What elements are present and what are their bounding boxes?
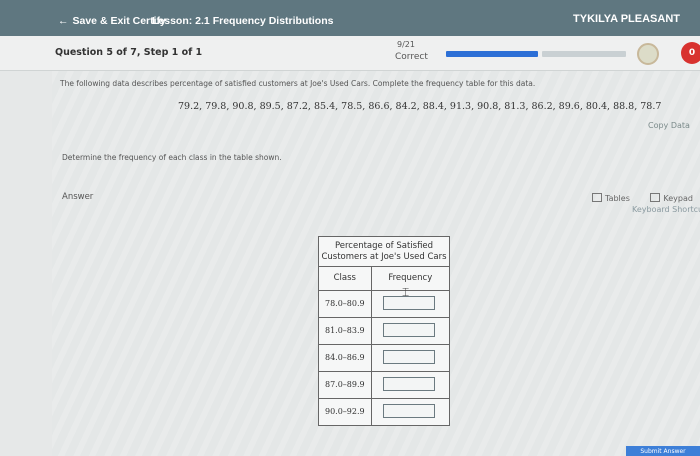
question-panel: The following data describes percentage …	[52, 71, 700, 456]
class-cell: 78.0–80.9	[319, 291, 372, 317]
table-row: 87.0–89.9	[319, 372, 449, 399]
class-cell: 90.0–92.9	[319, 399, 372, 425]
instruction-text: Determine the frequency of each class in…	[62, 153, 282, 162]
progress-ring-icon	[637, 43, 659, 65]
frequency-input[interactable]	[382, 377, 435, 391]
table-row: 90.0–92.9	[319, 399, 449, 425]
class-cell: 81.0–83.9	[319, 318, 372, 344]
status-text: Correct	[395, 52, 428, 62]
question-intro: The following data describes percentage …	[60, 79, 536, 88]
class-cell: 87.0–89.9	[319, 372, 372, 398]
table-header: Class Frequency	[319, 267, 449, 291]
answer-tools: Tables Keypad	[592, 193, 700, 203]
keypad-label: Keypad	[663, 194, 693, 203]
submit-answer-button[interactable]: Submit Answer	[626, 446, 700, 456]
tables-label: Tables	[605, 194, 630, 203]
data-values: 79.2, 79.8, 90.8, 89.5, 87.2, 85.4, 78.5…	[178, 101, 662, 112]
table-icon	[592, 193, 602, 202]
save-exit-link[interactable]: ← Save & Exit Certify	[58, 15, 166, 27]
answer-label: Answer	[62, 192, 94, 202]
tables-button[interactable]: Tables	[592, 193, 630, 203]
question-header: Question 5 of 7, Step 1 of 1 9/21 Correc…	[0, 36, 700, 71]
text-cursor-icon: ⌶	[402, 285, 410, 299]
frequency-input[interactable]	[382, 350, 435, 364]
frequency-input[interactable]	[382, 404, 435, 418]
class-cell: 84.0–86.9	[319, 345, 372, 371]
progress-bar-fill	[446, 51, 538, 57]
notification-badge[interactable]: 0	[681, 42, 700, 64]
progress-bar-track	[542, 51, 626, 57]
copy-data-button[interactable]: Copy Data	[648, 121, 690, 130]
score: 9/21	[397, 40, 415, 49]
class-header: Class	[319, 267, 372, 290]
table-row: 81.0–83.9	[319, 318, 449, 345]
question-number: Question 5 of 7, Step 1 of 1	[55, 47, 203, 58]
table-row: 84.0–86.9	[319, 345, 449, 372]
table-caption: Percentage of Satisfied Customers at Joe…	[319, 237, 449, 267]
keyboard-shortcuts-link[interactable]: Keyboard Shortcuts	[632, 205, 700, 214]
back-arrow-icon: ←	[58, 15, 69, 27]
keypad-icon	[650, 193, 661, 202]
table-row: 78.0–80.9	[319, 291, 449, 318]
frequency-table: Percentage of Satisfied Customers at Joe…	[318, 236, 450, 426]
lesson-title: Lesson: 2.1 Frequency Distributions	[152, 15, 334, 27]
top-bar: ← Save & Exit Certify Lesson: 2.1 Frequen…	[0, 0, 700, 36]
frequency-input[interactable]	[382, 323, 435, 337]
keypad-button[interactable]: Keypad	[650, 193, 693, 203]
user-name[interactable]: TYKILYA PLEASANT	[573, 13, 680, 25]
frequency-header: Frequency	[388, 273, 433, 283]
